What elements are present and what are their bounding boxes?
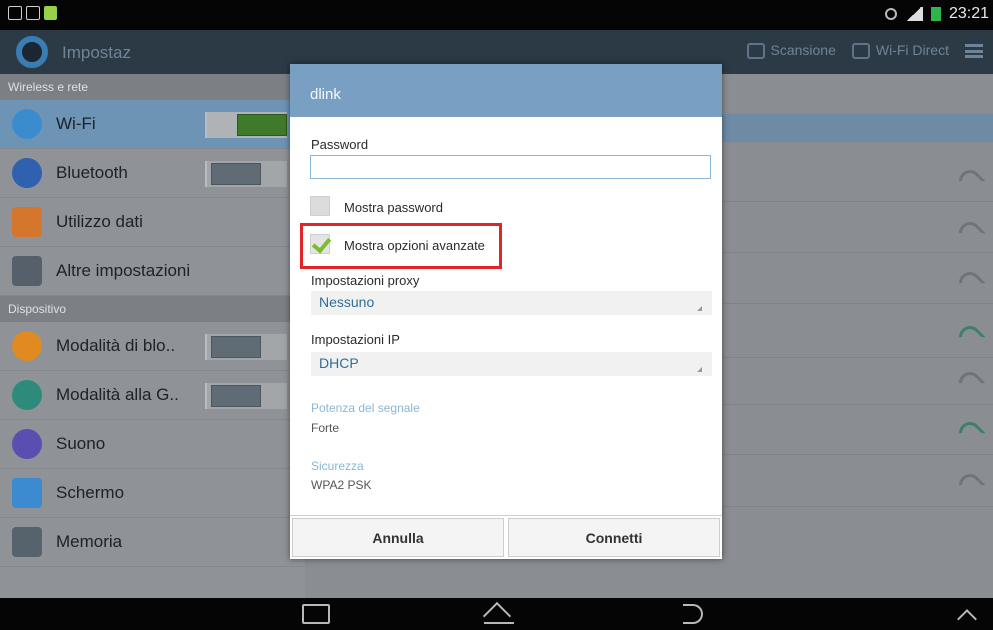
blocking-mode-toggle[interactable] <box>205 334 287 360</box>
sidebar-item-sound[interactable]: Suono <box>0 420 305 469</box>
ip-settings-label: Impostazioni IP <box>311 332 400 347</box>
scan-icon <box>746 43 765 60</box>
toggle-knob <box>211 385 261 407</box>
toggle-knob <box>237 114 287 136</box>
notification-icons <box>8 6 57 20</box>
sidebar-item-label: Modalità di blo.. <box>56 336 176 355</box>
sound-icon <box>12 429 42 459</box>
wifi-direct-icon <box>851 43 870 60</box>
password-label: Password <box>311 137 369 152</box>
settings-sidebar: Wireless e rete Wi-Fi Bluetooth Utilizzo… <box>0 74 305 598</box>
app-title: Impostaz <box>62 43 131 62</box>
sidebar-item-bluetooth[interactable]: Bluetooth <box>0 149 305 198</box>
battery-notification-icon <box>44 6 57 20</box>
wifi-signal-icon <box>957 272 977 288</box>
more-settings-icon <box>12 256 42 286</box>
dialog-buttons: Annulla Connetti <box>290 515 722 559</box>
sidebar-item-display[interactable]: Schermo <box>0 469 305 518</box>
sidebar-item-data-usage[interactable]: Utilizzo dati <box>0 198 305 247</box>
toggle-knob <box>211 163 261 185</box>
sidebar-item-label: Wi-Fi <box>56 114 96 133</box>
battery-icon <box>930 7 941 21</box>
wifi-direct-label: Wi-Fi Direct <box>875 42 949 58</box>
show-password-checkbox[interactable] <box>310 196 330 216</box>
storage-icon <box>12 527 42 557</box>
connect-button[interactable]: Connetti <box>508 518 720 557</box>
highlight-box <box>300 223 502 269</box>
security-label: Sicurezza <box>311 459 364 473</box>
wifi-direct-button[interactable]: Wi-Fi Direct <box>851 42 949 60</box>
sidebar-item-label: Schermo <box>56 483 125 502</box>
proxy-settings-select[interactable]: Nessuno <box>311 291 712 315</box>
driving-mode-toggle[interactable] <box>205 383 287 409</box>
scan-button[interactable]: Scansione <box>746 42 836 60</box>
overflow-menu-icon[interactable] <box>965 43 983 58</box>
section-header-device: Dispositivo <box>0 296 305 322</box>
ip-settings-value: DHCP <box>319 355 359 371</box>
dropdown-corner-icon <box>697 367 702 372</box>
sidebar-item-driving-mode[interactable]: Modalità alla G.. <box>0 371 305 420</box>
sidebar-item-more-settings[interactable]: Altre impostazioni <box>0 247 305 296</box>
blocking-mode-icon <box>12 331 42 361</box>
dialog-title: dlink <box>290 64 722 117</box>
clock: 23:21 <box>948 5 989 22</box>
status-bar: 23:21 <box>0 0 993 30</box>
sidebar-item-label: Memoria <box>56 532 123 551</box>
sidebar-item-label: Modalità alla G.. <box>56 385 179 404</box>
toggle-knob <box>211 336 261 358</box>
dropdown-corner-icon <box>697 306 702 311</box>
display-icon <box>12 478 42 508</box>
screenshot-icon <box>8 6 22 20</box>
show-password-label: Mostra password <box>344 200 443 215</box>
section-header-wireless: Wireless e rete <box>0 74 305 100</box>
bluetooth-toggle[interactable] <box>205 161 287 187</box>
data-usage-icon <box>12 207 42 237</box>
signal-strength-label: Potenza del segnale <box>311 401 420 415</box>
sidebar-item-storage[interactable]: Memoria <box>0 518 305 567</box>
chevron-up-icon[interactable] <box>957 609 977 629</box>
sidebar-item-label: Altre impostazioni <box>56 261 191 280</box>
sidebar-item-label: Suono <box>56 434 106 453</box>
ip-settings-select[interactable]: DHCP <box>311 352 712 376</box>
wifi-signal-icon <box>957 422 977 438</box>
wifi-signal-icon <box>957 170 977 186</box>
proxy-settings-value: Nessuno <box>319 294 375 310</box>
security-value: WPA2 PSK <box>311 478 372 492</box>
image-icon <box>26 6 40 20</box>
password-input[interactable] <box>310 155 711 179</box>
sidebar-item-blocking-mode[interactable]: Modalità di blo.. <box>0 322 305 371</box>
navigation-bar <box>0 598 993 630</box>
signal-icon <box>904 7 923 21</box>
wifi-icon <box>12 109 42 139</box>
scan-label: Scansione <box>770 42 836 58</box>
signal-strength-value: Forte <box>311 421 340 435</box>
alarm-icon <box>884 8 897 20</box>
wifi-toggle[interactable] <box>205 112 287 138</box>
proxy-settings-label: Impostazioni proxy <box>311 273 420 288</box>
sidebar-item-label: Bluetooth <box>56 163 128 182</box>
wifi-signal-icon <box>957 222 977 238</box>
home-icon[interactable] <box>484 604 514 626</box>
cancel-button[interactable]: Annulla <box>292 518 504 557</box>
recent-apps-icon[interactable] <box>302 604 330 624</box>
settings-gear-icon[interactable] <box>16 36 48 68</box>
wifi-signal-icon <box>957 326 977 342</box>
bluetooth-icon <box>12 158 42 188</box>
sidebar-item-label: Utilizzo dati <box>56 212 143 231</box>
sidebar-item-wifi[interactable]: Wi-Fi <box>0 100 305 149</box>
driving-mode-icon <box>12 380 42 410</box>
wifi-signal-icon <box>957 474 977 490</box>
wifi-connect-dialog: dlink Password Mostra password Mostra op… <box>290 64 722 559</box>
back-icon[interactable] <box>683 604 703 624</box>
wifi-signal-icon <box>957 372 977 388</box>
